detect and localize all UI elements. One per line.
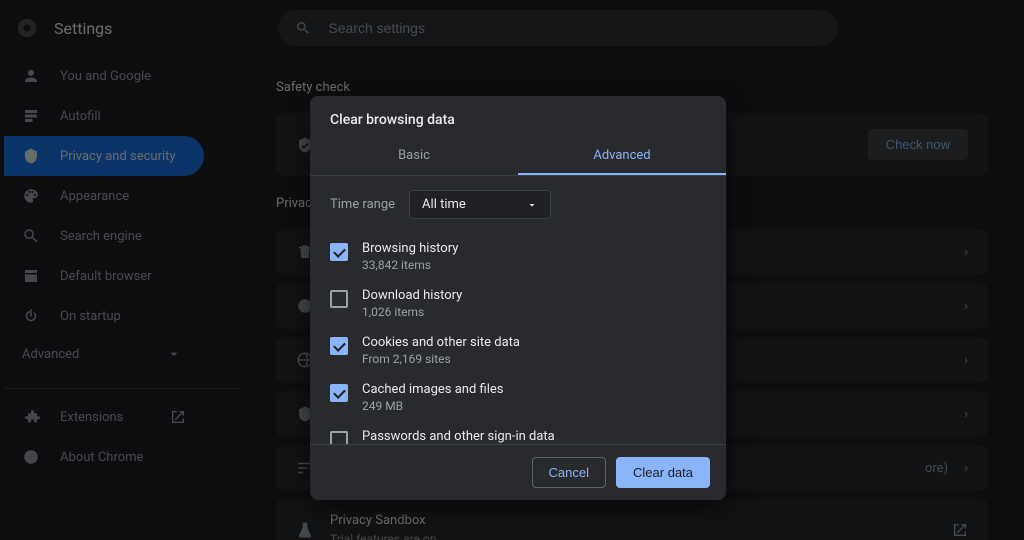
external-link-icon xyxy=(952,522,968,538)
sidebar-item-label: Search engine xyxy=(60,229,142,244)
sidebar-item-label: Privacy and security xyxy=(60,149,176,164)
time-range-label: Time range xyxy=(330,197,395,212)
sidebar: You and Google Autofill Privacy and secu… xyxy=(0,56,240,540)
check-row: Cached images and files 249 MB xyxy=(330,374,706,421)
checkbox[interactable] xyxy=(330,243,348,261)
sidebar-item-label: Extensions xyxy=(60,410,123,425)
browser-icon xyxy=(22,267,40,285)
autofill-icon xyxy=(22,107,40,125)
shield-icon xyxy=(22,147,40,165)
sidebar-item-about-chrome[interactable]: About Chrome xyxy=(4,437,204,477)
dialog-tabs: Basic Advanced xyxy=(310,138,726,176)
check-item-title: Cookies and other site data xyxy=(362,335,520,350)
chevron-right-icon: › xyxy=(964,353,968,368)
check-item-subtitle: 249 MB xyxy=(362,399,503,413)
chrome-icon xyxy=(22,448,40,466)
page-title: Settings xyxy=(54,19,112,38)
app-header: Settings xyxy=(0,0,1024,56)
sidebar-item-extensions[interactable]: Extensions xyxy=(4,397,204,437)
privacy-sandbox-title: Privacy Sandbox xyxy=(330,513,936,528)
cancel-button[interactable]: Cancel xyxy=(532,457,606,488)
checkbox[interactable] xyxy=(330,337,348,355)
search-icon xyxy=(22,227,40,245)
sidebar-item-label: About Chrome xyxy=(60,450,143,465)
tab-advanced[interactable]: Advanced xyxy=(518,138,726,175)
check-row: Cookies and other site data From 2,169 si… xyxy=(330,327,706,374)
sidebar-item-autofill[interactable]: Autofill xyxy=(4,96,204,136)
sidebar-item-appearance[interactable]: Appearance xyxy=(4,176,204,216)
appearance-icon xyxy=(22,187,40,205)
check-item-title: Cached images and files xyxy=(362,382,503,397)
time-range-select[interactable]: All time xyxy=(409,190,551,219)
check-item-title: Download history xyxy=(362,288,462,303)
external-link-icon xyxy=(170,409,186,425)
checkbox[interactable] xyxy=(330,431,348,444)
extensions-icon xyxy=(22,408,40,426)
check-now-button[interactable]: Check now xyxy=(868,129,968,160)
sidebar-item-label: On startup xyxy=(60,309,121,324)
chrome-logo-icon xyxy=(16,17,38,39)
sidebar-item-label: Default browser xyxy=(60,269,152,284)
clear-data-button[interactable]: Clear data xyxy=(616,457,710,488)
clear-browsing-data-dialog: Clear browsing data Basic Advanced Time … xyxy=(310,96,726,500)
dialog-actions: Cancel Clear data xyxy=(310,444,726,500)
search-input[interactable] xyxy=(328,20,822,36)
tab-basic[interactable]: Basic xyxy=(310,138,518,175)
chevron-right-icon: › xyxy=(964,299,968,314)
check-row: Download history 1,026 items xyxy=(330,280,706,327)
chevron-right-icon: › xyxy=(964,407,968,422)
power-icon xyxy=(22,307,40,325)
check-row: Browsing history 33,842 items xyxy=(330,233,706,280)
check-item-subtitle: From 2,169 sites xyxy=(362,352,520,366)
flask-icon xyxy=(296,521,314,539)
sidebar-item-label: Autofill xyxy=(60,109,101,124)
check-item-subtitle: 33,842 items xyxy=(362,258,458,272)
chevron-right-icon: › xyxy=(964,245,968,260)
checkbox[interactable] xyxy=(330,290,348,308)
sidebar-item-default-browser[interactable]: Default browser xyxy=(4,256,204,296)
check-row: Passwords and other sign-in data xyxy=(330,421,706,444)
check-item-title: Browsing history xyxy=(362,241,458,256)
sidebar-item-search-engine[interactable]: Search engine xyxy=(4,216,204,256)
checkbox[interactable] xyxy=(330,384,348,402)
sidebar-divider xyxy=(4,388,240,389)
person-icon xyxy=(22,67,40,85)
check-item-subtitle: 1,026 items xyxy=(362,305,462,319)
advanced-label: Advanced xyxy=(22,347,79,362)
safety-check-heading: Safety check xyxy=(276,80,988,95)
sidebar-advanced-toggle[interactable]: Advanced xyxy=(4,336,240,372)
row-privacy-sandbox[interactable]: Privacy Sandbox Trial features are on xyxy=(276,499,988,540)
learn-more-fragment: ore) xyxy=(925,461,948,476)
search-icon xyxy=(294,19,312,37)
privacy-sandbox-subtitle: Trial features are on xyxy=(330,532,936,540)
time-range-value: All time xyxy=(422,197,466,212)
sidebar-item-privacy-security[interactable]: Privacy and security xyxy=(4,136,204,176)
search-container[interactable] xyxy=(278,10,838,46)
chevron-right-icon: › xyxy=(964,461,968,476)
dialog-title: Clear browsing data xyxy=(310,96,726,138)
sidebar-item-on-startup[interactable]: On startup xyxy=(4,296,204,336)
check-item-title: Passwords and other sign-in data xyxy=(362,429,555,444)
sidebar-item-label: Appearance xyxy=(60,189,129,204)
chevron-down-icon xyxy=(526,199,538,211)
dialog-body: Time range All time Browsing history 33,8… xyxy=(310,176,726,444)
chevron-down-icon xyxy=(166,346,182,362)
sidebar-item-you-and-google[interactable]: You and Google xyxy=(4,56,204,96)
sidebar-item-label: You and Google xyxy=(60,69,151,84)
